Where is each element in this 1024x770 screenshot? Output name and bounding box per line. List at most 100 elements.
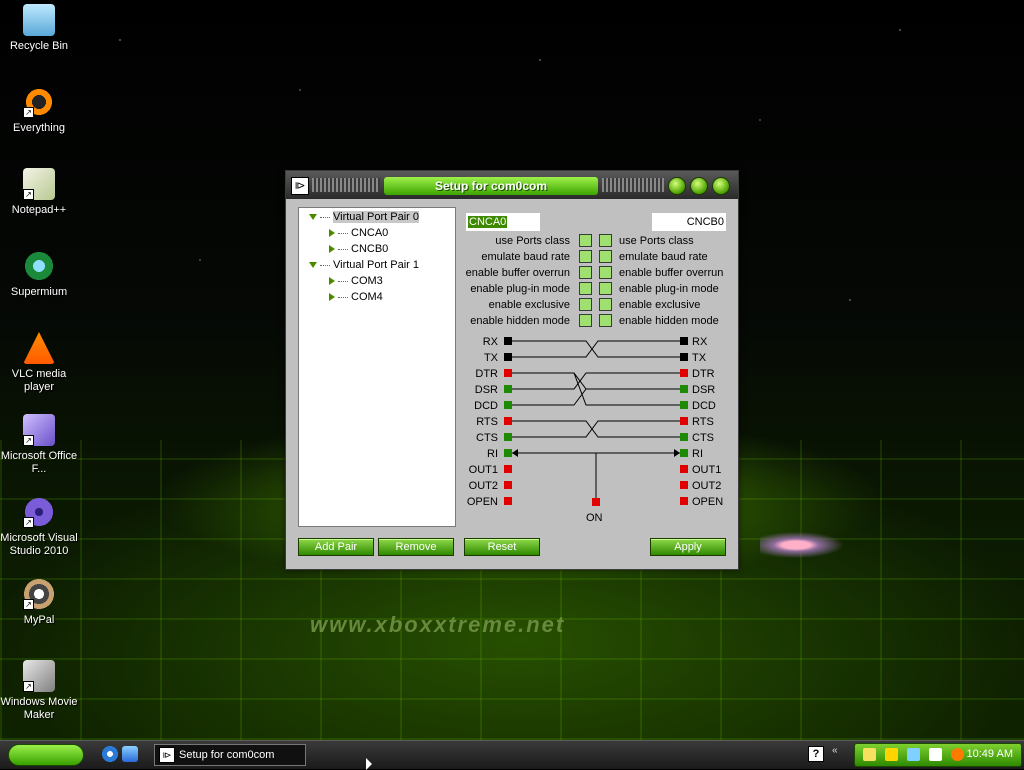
desktop-icon-label: Everything	[13, 122, 65, 134]
left-signal-indicator-ri[interactable]	[504, 449, 512, 457]
desktop-icon-notepadpp[interactable]: ↗ Notepad++	[0, 168, 78, 217]
internet-explorer-icon[interactable]	[102, 746, 118, 762]
movie-maker-icon: ↗	[23, 660, 55, 692]
right-signal-label-cts: CTS	[692, 432, 714, 444]
right-signal-label-rx: RX	[692, 336, 708, 348]
help-icon[interactable]: ?	[808, 746, 824, 762]
maximize-button[interactable]	[690, 177, 708, 195]
desktop-icon-visual-studio[interactable]: ↗ Microsoft Visual Studio 2010	[0, 496, 78, 558]
desktop-icon-recycle-bin[interactable]: Recycle Bin	[0, 4, 78, 53]
fish-decoration	[760, 530, 850, 560]
desktop-icon-label: VLC media player	[11, 368, 67, 393]
right-signal-indicator-dcd[interactable]	[680, 401, 688, 409]
shortcut-arrow-icon: ↗	[23, 107, 34, 118]
desktop-icon-label: Recycle Bin	[9, 40, 69, 52]
desktop-icon-everything[interactable]: ↗ Everything	[0, 86, 78, 135]
app-system-icon[interactable]: ⧐	[291, 177, 309, 195]
right-signal-label-rts: RTS	[692, 416, 714, 428]
shortcut-arrow-icon: ↗	[23, 681, 34, 692]
close-button[interactable]	[712, 177, 730, 195]
desktop-icon-movie-maker[interactable]: ↗ Windows Movie Maker	[0, 660, 78, 722]
on-label: ON	[586, 512, 603, 524]
taskbar-clock[interactable]: 10:49 AM	[967, 748, 1013, 760]
window-client: Virtual Port Pair 0 CNCA0 CNCB0 Virtual …	[286, 199, 738, 569]
right-signal-label-out2: OUT2	[692, 480, 721, 492]
left-signal-label-tx: TX	[484, 352, 499, 364]
left-signal-label-cts: CTS	[476, 432, 498, 444]
left-signal-indicator-dtr[interactable]	[504, 369, 512, 377]
right-signal-label-dcd: DCD	[692, 400, 716, 412]
left-signal-label-open: OPEN	[467, 496, 498, 508]
notepad-plus-plus-icon: ↗	[23, 168, 55, 200]
desktop-icon-label: Microsoft Visual Studio 2010	[0, 532, 78, 557]
right-signal-indicator-open[interactable]	[680, 497, 688, 505]
left-signal-label-dtr: DTR	[475, 368, 498, 380]
desktop-icon-label: Windows Movie Maker	[0, 696, 78, 721]
left-signal-indicator-cts[interactable]	[504, 433, 512, 441]
ri-arrow-right-icon	[674, 449, 680, 457]
wallpaper-watermark: www.xboxxtreme.net	[310, 612, 566, 637]
title-grill-right	[602, 178, 664, 192]
right-signal-label-dsr: DSR	[692, 384, 715, 396]
right-signal-indicator-rx[interactable]	[680, 337, 688, 345]
com0com-setup-window: ⧐ Setup for com0com Virtual Port Pair 0 …	[285, 170, 739, 570]
system-tray: 10:49 AM	[854, 743, 1022, 767]
right-signal-indicator-out1[interactable]	[680, 465, 688, 473]
apply-button[interactable]: Apply	[650, 538, 726, 556]
right-signal-indicator-cts[interactable]	[680, 433, 688, 441]
quick-launch-browser-icon[interactable]	[122, 746, 138, 762]
left-signal-indicator-dcd[interactable]	[504, 401, 512, 409]
supermium-icon	[23, 250, 55, 282]
left-signal-indicator-tx[interactable]	[504, 353, 512, 361]
reset-button[interactable]: Reset	[464, 538, 540, 556]
tray-usb-icon[interactable]	[929, 748, 942, 761]
right-signal-indicator-dsr[interactable]	[680, 385, 688, 393]
desktop-icon-mypal[interactable]: ↗ MyPal	[0, 578, 78, 627]
shortcut-arrow-icon: ↗	[23, 599, 34, 610]
left-signal-label-dcd: DCD	[474, 400, 498, 412]
right-signal-indicator-ri[interactable]	[680, 449, 688, 457]
left-signal-label-ri: RI	[487, 448, 498, 460]
ri-arrow-left-icon	[512, 449, 518, 457]
right-signal-indicator-rts[interactable]	[680, 417, 688, 425]
desktop-icon-supermium[interactable]: Supermium	[0, 250, 78, 299]
left-signal-indicator-rx[interactable]	[504, 337, 512, 345]
taskbar-task-com0com[interactable]: ⧐ Setup for com0com	[154, 744, 306, 766]
left-signal-indicator-out1[interactable]	[504, 465, 512, 473]
minimize-button[interactable]	[668, 177, 686, 195]
left-signal-indicator-rts[interactable]	[504, 417, 512, 425]
tray-search-icon[interactable]	[951, 748, 964, 761]
right-signal-indicator-dtr[interactable]	[680, 369, 688, 377]
on-indicator[interactable]	[592, 498, 600, 506]
desktop-icon-label: Microsoft Office F...	[0, 450, 78, 475]
wiring-lines	[511, 340, 681, 499]
desktop-icon-label: Supermium	[10, 286, 68, 298]
desktop-icon-office[interactable]: ↗ Microsoft Office F...	[0, 414, 78, 476]
left-signal-labels: RX TX DTR DSR DCD RTS CTS RI OUT1 OUT2 OPEN	[467, 336, 499, 508]
start-button[interactable]	[8, 744, 84, 766]
desktop-icon-label: Notepad++	[11, 204, 67, 216]
left-signal-indicator-dsr[interactable]	[504, 385, 512, 393]
desktop-icon-label: MyPal	[23, 614, 55, 626]
office-icon: ↗	[23, 414, 55, 446]
shortcut-arrow-icon: ↗	[23, 435, 34, 446]
left-signal-label-dsr: DSR	[475, 384, 498, 396]
tray-volume-icon[interactable]	[907, 748, 920, 761]
signal-wiring-diagram: RX TX DTR DSR DCD RTS CTS RI OUT1 OUT2 OPEN RX TX DT…	[467, 336, 723, 524]
vlc-icon	[23, 332, 55, 364]
right-signal-indicator-out2[interactable]	[680, 481, 688, 489]
right-signal-indicator-tx[interactable]	[680, 353, 688, 361]
left-signal-indicator-out2[interactable]	[504, 481, 512, 489]
app-task-icon: ⧐	[159, 747, 175, 764]
window-title: Setup for com0com	[384, 177, 598, 195]
add-pair-button[interactable]: Add Pair	[298, 538, 374, 556]
desktop-icon-vlc[interactable]: VLC media player	[0, 332, 78, 394]
mypal-icon: ↗	[23, 578, 55, 610]
mouse-cursor-icon	[366, 758, 372, 770]
tray-expand-icon[interactable]: «	[832, 745, 838, 756]
tray-network-icon[interactable]	[863, 748, 876, 761]
remove-button[interactable]: Remove	[378, 538, 454, 556]
left-signal-indicator-open[interactable]	[504, 497, 512, 505]
tray-security-shield-icon[interactable]	[885, 748, 898, 761]
title-bar[interactable]: ⧐ Setup for com0com	[286, 171, 738, 199]
